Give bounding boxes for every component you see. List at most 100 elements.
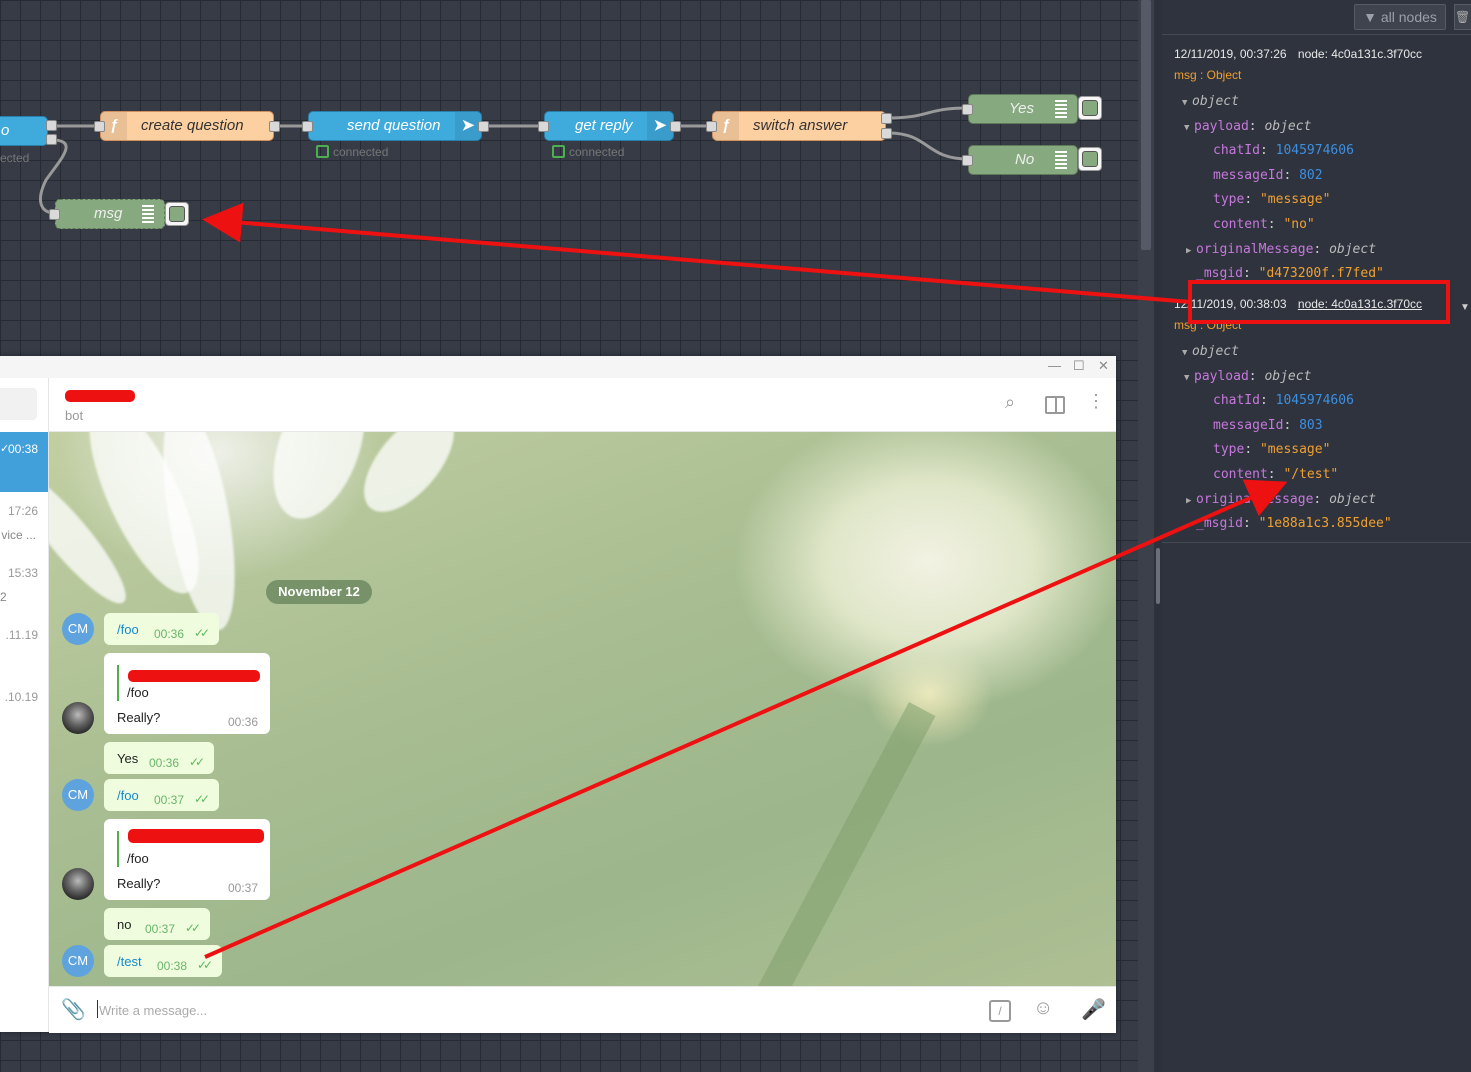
node-link[interactable]: node: 4c0a131c.3f70cc	[1298, 297, 1422, 311]
chat-time[interactable]: 17:26	[8, 504, 38, 518]
double-check-icon: ✓✓	[194, 626, 210, 640]
output-port[interactable]	[881, 113, 892, 124]
switch-answer-node[interactable]: ƒ switch answer	[712, 111, 886, 141]
message-bubble[interactable]: /foo Really? 00:37	[104, 819, 270, 900]
caret-right-icon[interactable]: ▶	[1186, 489, 1196, 514]
caret-right-icon[interactable]: ▶	[1186, 239, 1196, 264]
avatar[interactable]	[62, 702, 94, 734]
message-bubble[interactable]: /foo 00:37 ✓✓	[104, 779, 219, 811]
debug-toggle-button[interactable]	[1078, 96, 1102, 120]
reply-quote: /foo	[127, 685, 149, 700]
chat-time[interactable]: .10.19	[5, 690, 38, 704]
avatar[interactable]: CM	[62, 945, 94, 977]
tree-row[interactable]: ▶ originalMessage: object	[1174, 488, 1464, 513]
microphone-icon[interactable]: 🎤	[1081, 997, 1106, 1022]
minimize-icon[interactable]: —	[1048, 358, 1061, 373]
message-bubble[interactable]: /test 00:38 ✓✓	[104, 945, 222, 977]
date-separator: November 12	[266, 580, 372, 604]
tree-key: type	[1213, 442, 1245, 458]
caret-down-icon[interactable]: ▼	[1182, 341, 1192, 366]
filter-button[interactable]: ▼ all nodes	[1354, 4, 1446, 30]
maximize-icon[interactable]: ☐	[1073, 358, 1085, 374]
chat-background: November 12 CM /foo 00:36 ✓✓ /foo Really…	[49, 432, 1116, 986]
tree-row[interactable]: ▶ originalMessage: object	[1174, 238, 1464, 263]
chat-snippet[interactable]: vice ...	[1, 528, 36, 542]
close-icon[interactable]: ✕	[1098, 358, 1109, 374]
avatar[interactable]: CM	[62, 613, 94, 645]
status-text: connected	[333, 145, 389, 159]
tree-row[interactable]: ▼ object	[1174, 90, 1464, 115]
debug-message: 12/11/2019, 00:38:03 node: 4c0a131c.3f70…	[1174, 297, 1464, 537]
get-reply-node[interactable]: get reply ➤	[544, 111, 674, 141]
more-vertical-icon[interactable]: ⋮	[1087, 391, 1105, 412]
input-port[interactable]	[538, 121, 549, 132]
message-text[interactable]: /foo	[117, 622, 139, 637]
output-port[interactable]	[881, 128, 892, 139]
create-question-node[interactable]: ƒ create question	[100, 111, 274, 141]
output-port[interactable]	[478, 121, 489, 132]
redacted-name	[65, 390, 135, 402]
msg-debug-node[interactable]: msg	[55, 199, 165, 229]
message-text: Yes	[117, 751, 139, 766]
input-port[interactable]	[302, 121, 313, 132]
caret-down-icon[interactable]: ▼	[1184, 366, 1194, 391]
input-port[interactable]	[962, 104, 973, 115]
search-icon[interactable]: ⌕	[1005, 392, 1015, 413]
avatar[interactable]	[62, 868, 94, 900]
message-text: Really?	[117, 876, 161, 891]
tree-value: object	[1329, 491, 1377, 507]
output-port[interactable]	[46, 120, 57, 131]
chat-search[interactable]	[0, 388, 37, 420]
send-question-node[interactable]: send question ➤	[308, 111, 482, 141]
sidebar-splitter[interactable]	[1154, 0, 1162, 1072]
message-bubble[interactable]: /foo Really? 00:36	[104, 653, 270, 734]
message-text[interactable]: /foo	[117, 788, 139, 803]
message-text[interactable]: /test	[117, 954, 142, 969]
tree-row[interactable]: ▼ object	[1174, 340, 1464, 365]
node-label: No	[1015, 151, 1035, 168]
tree-key: _msgid	[1196, 516, 1243, 532]
scrollbar-thumb[interactable]	[1141, 0, 1151, 250]
canvas-scrollbar[interactable]	[1138, 0, 1154, 1072]
tree-row[interactable]: ▼ payload: object	[1174, 115, 1464, 140]
caret-down-icon[interactable]: ▼	[1182, 91, 1192, 116]
sidebar-toggle-icon[interactable]	[1045, 396, 1065, 414]
partial-node-status: ected	[0, 151, 30, 165]
trash-icon[interactable]: 🗑	[1454, 4, 1471, 30]
message-bubble[interactable]: Yes 00:36 ✓✓	[104, 742, 214, 774]
input-port[interactable]	[49, 209, 60, 220]
input-port[interactable]	[706, 121, 717, 132]
yes-debug-node[interactable]: Yes	[968, 94, 1078, 124]
message-menu-icon[interactable]: ▼	[1460, 302, 1470, 313]
chat-snippet[interactable]: 2	[0, 590, 7, 604]
message-bubble[interactable]: no 00:37 ✓✓	[104, 908, 210, 940]
tree-value: object	[1329, 241, 1377, 257]
chat-list-item-selected[interactable]: ✓ 00:38	[0, 432, 48, 492]
output-port[interactable]	[670, 121, 681, 132]
tree-key: originalMessage	[1196, 241, 1314, 257]
message-type: msg : Object	[1174, 68, 1242, 82]
node-link[interactable]: node: 4c0a131c.3f70cc	[1298, 47, 1422, 61]
chat-time[interactable]: .11.19	[6, 628, 38, 642]
caret-down-icon[interactable]: ▼	[1184, 116, 1194, 141]
chat-time[interactable]: 15:33	[8, 566, 38, 580]
no-debug-node[interactable]: No	[968, 145, 1078, 175]
tree-value: 802	[1299, 167, 1323, 183]
input-port[interactable]	[94, 121, 105, 132]
debug-sidebar: ▼ all nodes 🗑 12/11/2019, 00:37:26 node:…	[1162, 0, 1471, 1072]
message-bubble[interactable]: /foo 00:36 ✓✓	[104, 613, 219, 645]
output-port[interactable]	[46, 134, 57, 145]
emoji-icon[interactable]: ☺	[1033, 997, 1053, 1020]
output-port[interactable]	[269, 121, 280, 132]
paperclip-icon[interactable]: 📎	[61, 997, 86, 1022]
tree-key: payload	[1194, 368, 1249, 384]
avatar[interactable]: CM	[62, 779, 94, 811]
message-input[interactable]: Write a message...	[99, 1003, 207, 1018]
debug-toggle-button[interactable]	[165, 202, 189, 226]
tree-row[interactable]: ▼ payload: object	[1174, 365, 1464, 390]
debug-toggle-button[interactable]	[1078, 147, 1102, 171]
bot-command-icon[interactable]: /	[989, 1000, 1011, 1022]
input-port[interactable]	[962, 155, 973, 166]
splitter-grip[interactable]	[1156, 548, 1160, 604]
partial-telegram-node[interactable]: o	[0, 116, 48, 146]
